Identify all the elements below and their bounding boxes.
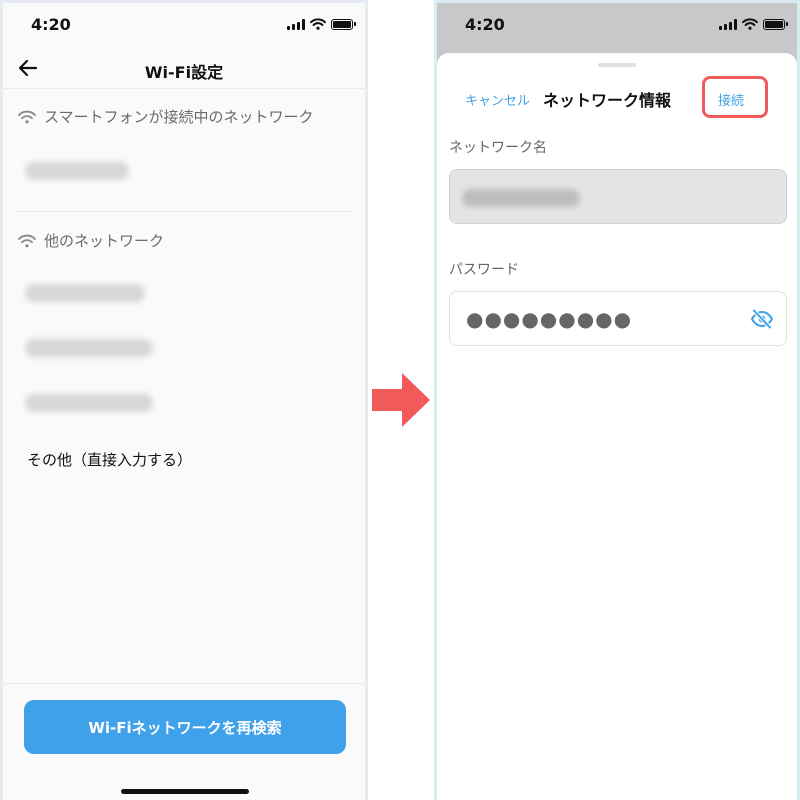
eye-slash-icon[interactable] <box>750 307 774 331</box>
blurred-network-name <box>462 189 580 207</box>
rescan-wifi-button[interactable]: Wi-Fiネットワークを再検索 <box>24 700 346 754</box>
battery-icon <box>331 18 356 30</box>
blurred-network-name <box>25 162 129 180</box>
signal-icon <box>287 18 305 30</box>
status-bar: 4:20 <box>3 3 365 47</box>
current-network-item[interactable] <box>25 159 345 183</box>
password-field[interactable]: ●●●●●●●●● <box>449 291 787 346</box>
other-network-header: 他のネットワーク <box>18 230 164 251</box>
wifi-status-icon <box>310 18 326 30</box>
status-icons <box>287 18 356 30</box>
blurred-network-name <box>25 284 145 302</box>
section-divider <box>18 211 353 212</box>
status-bar: 4:20 <box>437 3 797 47</box>
network-list-item[interactable] <box>25 391 345 415</box>
wifi-icon <box>18 234 36 247</box>
battery-icon <box>763 18 788 30</box>
password-label: パスワード <box>449 262 519 278</box>
bottom-action-area: Wi-Fiネットワークを再検索 <box>3 683 365 800</box>
current-network-header-label: スマートフォンが接続中のネットワーク <box>44 108 314 126</box>
cancel-button[interactable]: キャンセル <box>465 90 530 109</box>
other-manual-entry[interactable]: その他（直接入力する） <box>27 449 192 470</box>
sheet-grabber[interactable] <box>598 63 636 67</box>
nav-bar: Wi-Fi設定 <box>3 47 365 89</box>
network-info-sheet: キャンセル ネットワーク情報 接続 ネットワーク名 パスワード ●●●●●●●●… <box>437 53 797 800</box>
status-time: 4:20 <box>31 15 71 34</box>
current-network-header: スマートフォンが接続中のネットワーク <box>18 106 314 127</box>
network-name-field <box>449 169 787 224</box>
other-network-header-label: 他のネットワーク <box>44 232 165 250</box>
network-list-item[interactable] <box>25 281 345 305</box>
blurred-network-name <box>25 339 153 357</box>
connect-button[interactable]: 接続 <box>718 90 744 109</box>
password-value: ●●●●●●●●● <box>466 307 633 331</box>
wifi-status-icon <box>742 18 758 30</box>
left-phone-screen: 4:20 Wi-Fi設定 スマートフォンが接続中のネットワーク 他のネットワーク… <box>0 0 368 800</box>
wifi-icon <box>18 110 36 123</box>
signal-icon <box>719 18 737 30</box>
arrow-right-icon <box>372 373 430 427</box>
network-list-item[interactable] <box>25 336 345 360</box>
sheet-title: ネットワーク情報 <box>543 91 672 110</box>
status-time: 4:20 <box>465 15 505 34</box>
home-indicator <box>121 789 249 794</box>
status-icons <box>719 18 788 30</box>
network-name-label: ネットワーク名 <box>449 140 547 156</box>
right-phone-screen: 4:20 キャンセル ネットワーク情報 接続 ネットワーク名 パスワード ●●●… <box>434 0 800 800</box>
blurred-network-name <box>25 394 153 412</box>
page-title: Wi-Fi設定 <box>144 63 224 82</box>
